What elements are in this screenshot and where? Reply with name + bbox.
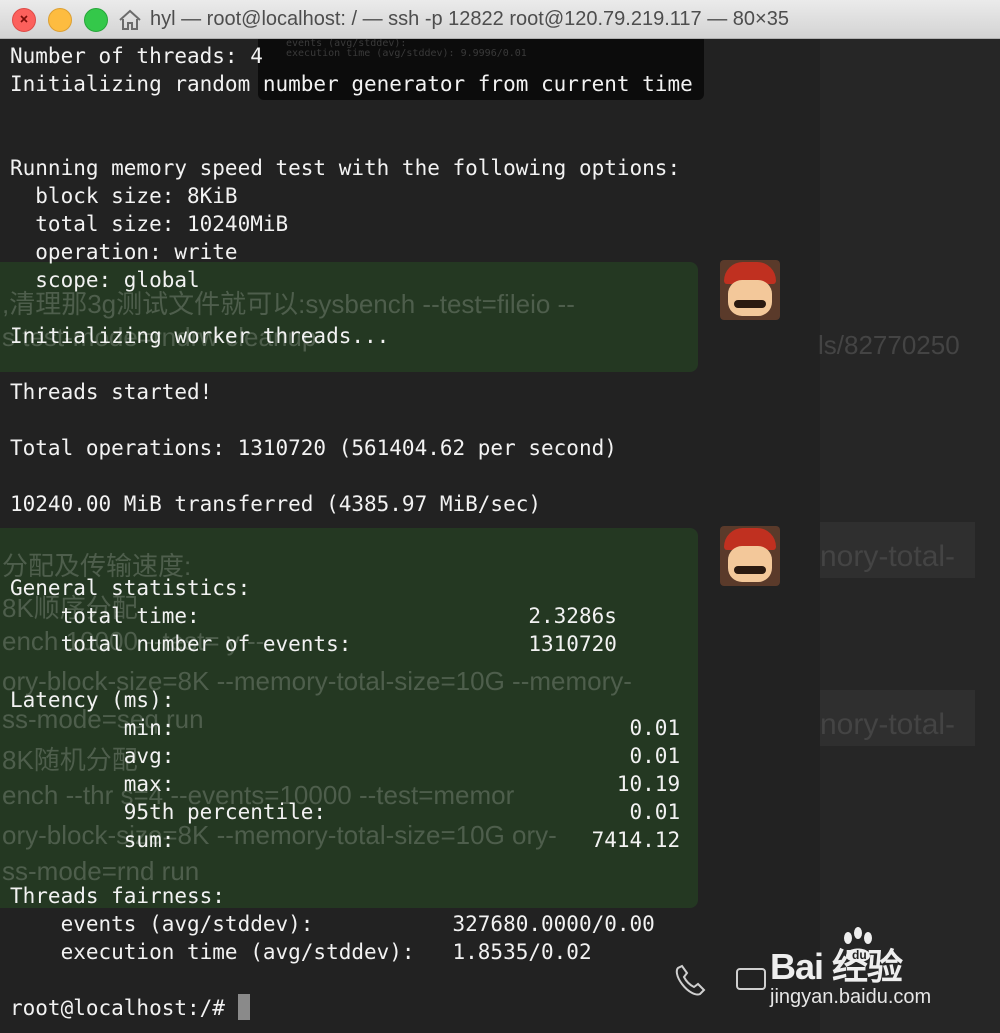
window-title-text: hyl — root@localhost: / — ssh -p 12822 r…	[150, 8, 789, 30]
terminal-line: Latency (ms):	[10, 688, 175, 712]
background-code-text: nory-total-	[820, 708, 956, 741]
terminal-line: General statistics:	[10, 576, 251, 600]
background-link-text: ls/82770250	[818, 330, 960, 360]
terminal-line: avg: 0.01	[10, 744, 681, 768]
svg-text:du: du	[852, 948, 867, 962]
watermark-url: jingyan.baidu.com	[770, 986, 932, 1008]
terminal-output[interactable]: Number of threads: 4 Initializing random …	[0, 38, 820, 1033]
terminal-line: total size: 10240MiB	[10, 212, 289, 236]
terminal-line: total time: 2.3286s	[10, 604, 617, 628]
zoom-button[interactable]	[84, 8, 108, 32]
terminal-line: min: 0.01	[10, 716, 681, 740]
terminal-line: scope: global	[10, 268, 200, 292]
shell-prompt: root@localhost:/#	[10, 994, 250, 1022]
text-cursor	[237, 994, 250, 1020]
terminal-line: Threads fairness:	[10, 884, 225, 908]
terminal-line: max: 10.19	[10, 772, 681, 796]
terminal-line: Total operations: 1310720 (561404.62 per…	[10, 436, 617, 460]
terminal-line: Initializing random number generator fro…	[10, 72, 693, 96]
minimize-button[interactable]	[48, 8, 72, 32]
terminal-line: events (avg/stddev): 327680.0000/0.00	[10, 912, 655, 936]
title-bar: hyl — root@localhost: / — ssh -p 12822 r…	[0, 0, 1000, 39]
terminal-line: sum: 7414.12	[10, 828, 681, 852]
terminal-line: execution time (avg/stddev): 1.8535/0.02	[10, 940, 592, 964]
terminal-line: Threads started!	[10, 380, 213, 404]
window-title: hyl — root@localhost: / — ssh -p 12822 r…	[118, 8, 789, 31]
close-button[interactable]	[12, 8, 36, 32]
terminal-line: Initializing worker threads...	[10, 324, 390, 348]
baidu-paw-icon: du	[844, 927, 872, 962]
terminal-line: 10240.00 MiB transferred (4385.97 MiB/se…	[10, 492, 542, 516]
terminal-line: operation: write	[10, 240, 238, 264]
terminal-line: Running memory speed test with the follo…	[10, 156, 681, 180]
chat-icon	[736, 968, 766, 990]
terminal-window: ,清理那3g测试文件就可以:sysbench --test=fileio -- …	[0, 0, 1000, 1033]
terminal-line: 95th percentile: 0.01	[10, 800, 681, 824]
terminal-line: Number of threads: 4	[10, 44, 263, 68]
terminal-line: total number of events: 1310720	[10, 632, 617, 656]
phone-icon	[675, 964, 706, 996]
background-code-text: nory-total-	[820, 540, 956, 573]
terminal-line: block size: 8KiB	[10, 184, 238, 208]
close-icon	[20, 15, 28, 23]
home-icon	[119, 9, 141, 30]
watermark-brand: Bai 经验	[770, 946, 903, 987]
baidu-jingyan-watermark: Bai 经验 du jingyan.baidu.com	[770, 927, 990, 1010]
